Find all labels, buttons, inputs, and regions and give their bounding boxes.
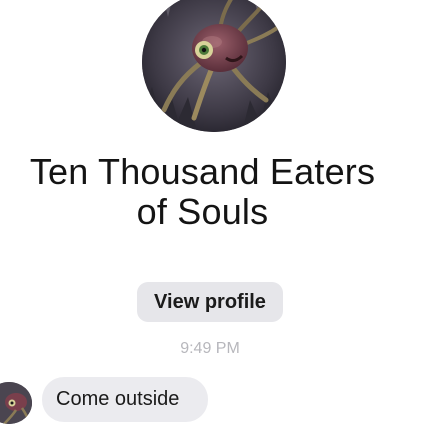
message-timestamp: 9:49 PM [180,340,240,357]
contact-avatar[interactable] [142,0,286,132]
contact-name-line-1: Ten Thousand Eaters [29,151,376,192]
message-text: Come outside [56,388,180,410]
view-profile-button[interactable]: View profile [137,282,283,322]
creature-avatar-icon [0,382,32,424]
creature-avatar-icon [142,0,286,132]
sender-avatar[interactable] [0,382,32,424]
contact-name: Ten Thousand Eaters of Souls [0,152,405,232]
message-bubble[interactable]: Come outside [42,377,208,422]
contact-name-line-2: of Souls [136,191,269,232]
